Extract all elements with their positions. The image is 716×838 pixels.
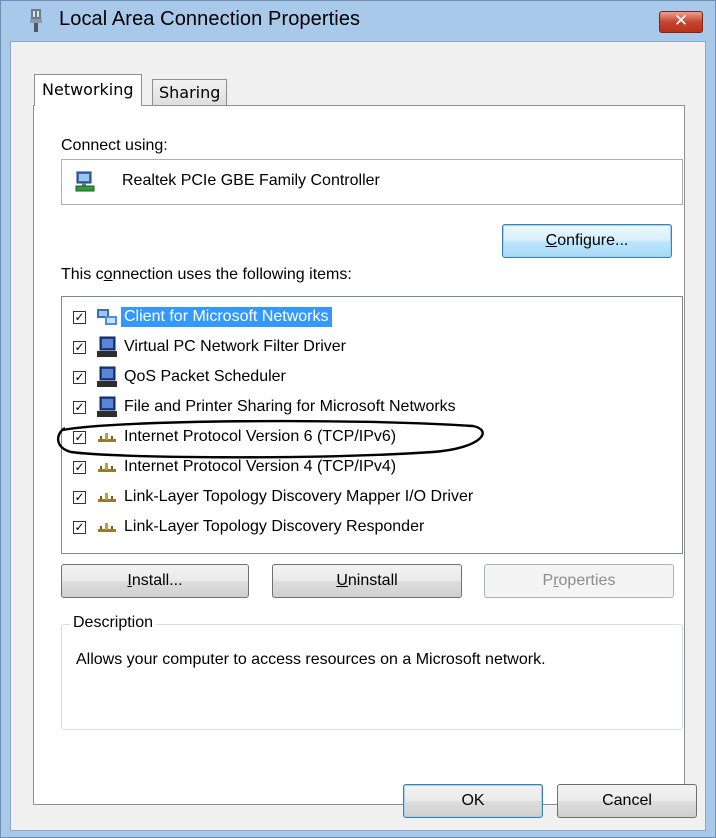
network-adapter-icon [75,171,95,192]
item-checkbox[interactable]: ✓ [73,401,86,414]
list-item[interactable]: ✓ Virtual PC Network Filter Driver [62,334,662,362]
close-button[interactable]: ✕ [659,11,703,33]
window-title: Local Area Connection Properties [59,8,361,30]
items-label-post: nnection uses the following items: [112,266,352,283]
description-legend: Description [70,614,157,632]
dialog-client-area: Networking Sharing Connect using: Realte… [10,41,706,831]
properties-label-pre: P [542,572,554,589]
items-label-accel-key: o [103,266,113,283]
item-label: QoS Packet Scheduler [124,368,286,385]
list-item[interactable]: ✓ Client for Microsoft Networks [62,304,662,332]
items-label-pre: This c [61,266,104,283]
item-label: Internet Protocol Version 6 (TCP/IPv6) [124,428,397,445]
properties-button[interactable]: Properties [484,564,674,598]
cancel-label: Cancel [602,792,652,809]
tab-networking[interactable]: Networking [34,74,142,106]
item-label: Link-Layer Topology Discovery Responder [124,518,425,535]
item-checkbox[interactable]: ✓ [73,311,86,324]
connect-using-label: Connect using: [61,137,168,154]
network-client-icon [97,309,117,325]
item-label: Virtual PC Network Filter Driver [124,338,346,355]
network-service-icon [97,366,117,387]
install-label: nstall... [131,572,183,589]
item-checkbox[interactable]: ✓ [73,371,86,384]
item-label: File and Printer Sharing for Microsoft N… [124,398,456,415]
description-text: Allows your computer to access resources… [76,651,546,668]
tab-sharing-label: Sharing [159,83,221,102]
protocol-icon [98,523,116,532]
title-bar[interactable]: Local Area Connection Properties ✕ [1,1,715,41]
tab-sharing[interactable]: Sharing [152,79,228,107]
item-label: Client for Microsoft Networks [121,307,332,327]
item-label: Internet Protocol Version 4 (TCP/IPv4) [124,458,397,475]
list-item[interactable]: ✓ Internet Protocol Version 6 (TCP/IPv6) [62,424,662,452]
list-item[interactable]: ✓ Internet Protocol Version 4 (TCP/IPv4) [62,454,662,482]
ok-button[interactable]: OK [403,784,543,818]
uninstall-label: ninstall [347,572,398,589]
list-item[interactable]: ✓ File and Printer Sharing for Microsoft… [62,394,662,422]
items-section-label: This connection uses the following items… [61,266,352,284]
uninstall-accel-key: U [336,572,348,589]
configure-accel-key: C [545,232,558,249]
protocol-icon [98,493,116,502]
list-item[interactable]: ✓ QoS Packet Scheduler [62,364,662,392]
network-connection-icon [30,9,42,32]
network-service-icon [97,396,117,417]
item-checkbox[interactable]: ✓ [73,521,86,534]
properties-label: operties [558,572,616,589]
list-item[interactable]: ✓ Link-Layer Topology Discovery Mapper I… [62,484,662,512]
protocol-icon [98,463,116,472]
configure-button[interactable]: Configure... [502,224,672,258]
network-service-icon [97,336,117,357]
item-label: Link-Layer Topology Discovery Mapper I/O… [124,488,474,505]
adapter-name: Realtek PCIe GBE Family Controller [122,172,380,189]
cancel-button[interactable]: Cancel [557,784,697,818]
configure-label: onfigure... [557,232,629,249]
close-icon: ✕ [673,11,689,31]
tab-networking-label: Networking [42,80,134,99]
item-checkbox[interactable]: ✓ [73,461,86,474]
ok-label: OK [461,792,485,809]
description-group: Description Allows your computer to acce… [61,614,683,730]
item-checkbox[interactable]: ✓ [73,341,86,354]
protocol-icon [98,433,116,442]
list-item[interactable]: ✓ Link-Layer Topology Discovery Responde… [62,514,662,542]
connection-items-list[interactable]: ✓ Client for Microsoft Networks ✓ Virtua… [61,296,683,554]
item-checkbox[interactable]: ✓ [73,491,86,504]
dialog-window: Local Area Connection Properties ✕ Netwo… [0,0,716,838]
uninstall-button[interactable]: Uninstall [272,564,462,598]
adapter-field: Realtek PCIe GBE Family Controller [61,159,683,205]
item-checkbox[interactable]: ✓ [73,431,86,444]
install-button[interactable]: Install... [61,564,249,598]
